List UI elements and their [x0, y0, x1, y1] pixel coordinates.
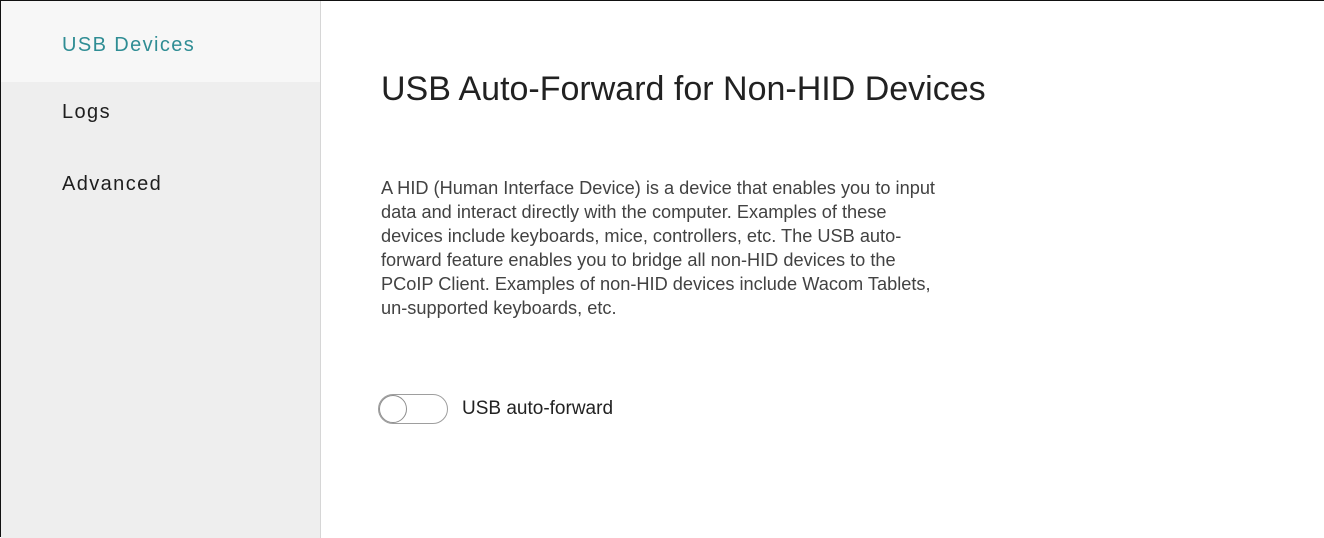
settings-window: USB Devices Logs Advanced USB Auto-Forwa… — [0, 0, 1324, 538]
usb-auto-forward-label: USB auto-forward — [462, 398, 614, 419]
toggle-knob — [379, 395, 407, 423]
sidebar: USB Devices Logs Advanced — [1, 1, 321, 538]
page-title: USB Auto-Forward for Non-HID Devices — [381, 70, 986, 108]
sidebar-item-logs[interactable]: Logs — [1, 101, 320, 137]
main-content: USB Auto-Forward for Non-HID Devices A H… — [321, 1, 1324, 538]
sidebar-item-advanced[interactable]: Advanced — [1, 173, 320, 209]
description-text: A HID (Human Interface Device) is a devi… — [381, 178, 935, 318]
usb-auto-forward-setting: USB auto-forward — [378, 393, 613, 425]
sidebar-item-usb-devices[interactable]: USB Devices — [1, 1, 320, 82]
usb-auto-forward-toggle[interactable] — [378, 394, 448, 424]
